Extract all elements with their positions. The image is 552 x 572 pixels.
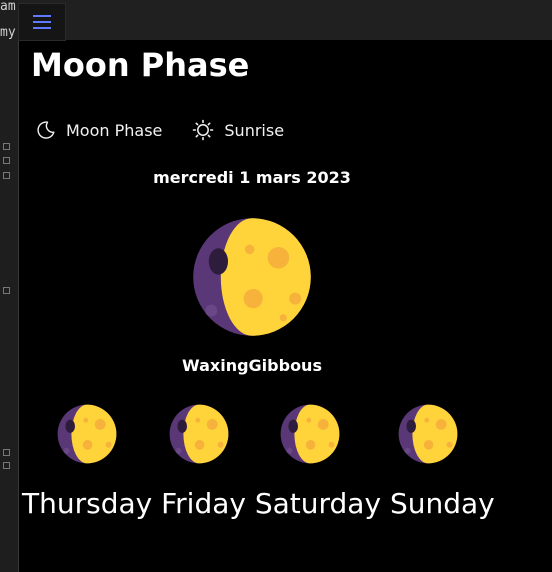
moon-phase-name: WaxingGibbous <box>182 356 322 375</box>
page-title: Moon Phase <box>31 46 250 84</box>
forecast-moon-icon <box>398 404 458 464</box>
menu-bar <box>33 27 51 29</box>
current-date: mercredi 1 mars 2023 <box>153 168 351 187</box>
tab-label: Sunrise <box>224 120 285 140</box>
menu-bar <box>33 15 51 17</box>
forecast-moon-icon <box>169 404 229 464</box>
tab-moon-phase[interactable]: Moon Phase <box>36 120 162 140</box>
forecast-day-names: Thursday Friday Saturday Sunday <box>22 487 495 520</box>
navigation-tabs: Moon Phase Sunrise <box>36 119 284 141</box>
background-text-fragment: my <box>0 25 16 40</box>
tab-label: Moon Phase <box>66 120 163 140</box>
fold-marker <box>3 287 10 294</box>
app-titlebar <box>18 0 552 40</box>
menu-bar <box>33 21 51 23</box>
forecast-moon-icon <box>57 404 117 464</box>
sun-icon <box>193 119 214 141</box>
fold-marker <box>3 143 10 150</box>
hamburger-menu-button[interactable] <box>18 3 66 41</box>
crescent-moon-icon <box>37 121 55 139</box>
fold-marker <box>3 157 10 164</box>
tab-sunrise[interactable]: Sunrise <box>192 119 284 141</box>
background-editor-strip: am my <box>0 0 19 572</box>
forecast-moon-icon <box>280 404 340 464</box>
moon-phase-icon <box>193 218 311 336</box>
fold-marker <box>3 462 10 469</box>
background-text-fragment: am <box>0 0 16 14</box>
fold-marker <box>3 449 10 456</box>
